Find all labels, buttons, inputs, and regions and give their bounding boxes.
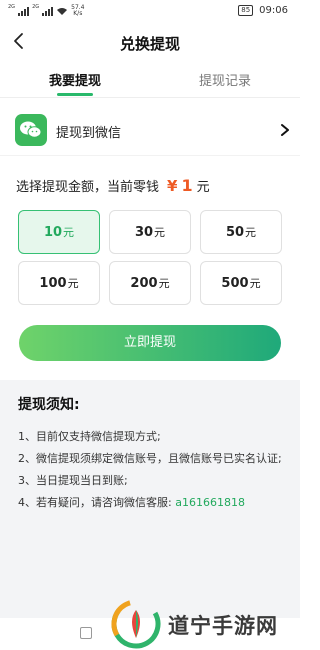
notice-title: 提现须知: [18,397,80,413]
status-indicators: 2G 2G 57.4 K/s [8,5,84,17]
option-unit: 元 [158,277,170,290]
notice-item: 2、微信提现须绑定微信账号，且微信账号已实名认证; [18,452,282,465]
watermark: 道宁手游网 [110,596,300,650]
wifi-icon [57,7,68,15]
network-speed: 57.4 K/s [71,5,84,17]
option-value: 200 [130,275,158,291]
currency-symbol: ¥ [167,177,178,195]
withdraw-method-label: 提现到微信 [56,126,122,141]
amount-option-30[interactable]: 30 元 [109,210,191,254]
tab-bar: 我要提现 提现记录 [0,62,300,98]
signal-icon [42,6,54,16]
amount-prompt: 选择提现金额，当前零钱 [16,180,160,195]
tab-withdraw-history[interactable]: 提现记录 [150,70,300,89]
amount-option-500[interactable]: 500 元 [200,261,282,305]
option-value: 50 [225,224,245,240]
checkbox[interactable] [80,627,92,639]
option-value: 10 [43,224,63,240]
signal-icon [18,6,30,16]
sim1-label: 2G [8,4,16,10]
sim2-label: 2G [32,4,40,10]
option-value: 100 [39,275,67,291]
notice-item-4-text: 4、若有疑问，请咨询微信客服: [18,496,172,509]
active-tab-indicator [57,93,93,96]
notice-item: 1、目前仅支持微信提现方式; [18,430,161,443]
battery-icon: 85 [238,5,254,16]
page-title: 兑换提现 [119,35,180,53]
option-unit: 元 [67,277,79,290]
tab-withdraw[interactable]: 我要提现 [0,70,150,89]
option-unit: 元 [154,226,166,239]
amount-option-50[interactable]: 50 元 [200,210,282,254]
chevron-right-icon [281,124,289,136]
withdraw-now-button[interactable]: 立即提现 [19,325,281,361]
withdraw-notice: 提现须知: 1、目前仅支持微信提现方式; 2、微信提现须绑定微信账号，且微信账号… [0,380,300,618]
header: 兑换提现 [0,22,300,62]
status-bar: 2G 2G 57.4 K/s 85 09:06 [0,0,300,22]
option-value: 500 [221,275,249,291]
amount-option-200[interactable]: 200 元 [109,261,191,305]
status-right: 85 09:06 [238,5,288,16]
amount-option-10[interactable]: 10 元 [18,210,100,254]
amount-option-100[interactable]: 100 元 [18,261,100,305]
clock: 09:06 [259,5,288,16]
balance-value: 1 [181,176,193,195]
option-unit: 元 [63,226,75,239]
option-value: 30 [134,224,154,240]
watermark-text: 道宁手游网 [168,614,278,638]
balance-line: 选择提现金额，当前零钱 ¥ 1 元 [16,176,210,195]
watermark-logo-icon [111,599,161,649]
notice-item: 3、当日提现当日到账; [18,474,128,487]
speed-unit: K/s [73,10,83,17]
notice-item: 4、若有疑问，请咨询微信客服: a161661818 [18,492,284,514]
option-unit: 元 [245,226,257,239]
balance-unit: 元 [196,180,210,195]
option-unit: 元 [249,277,261,290]
withdraw-method-row[interactable]: 提现到微信 [0,104,300,156]
customer-service-id: a161661818 [175,496,245,509]
wechat-icon [15,114,47,146]
